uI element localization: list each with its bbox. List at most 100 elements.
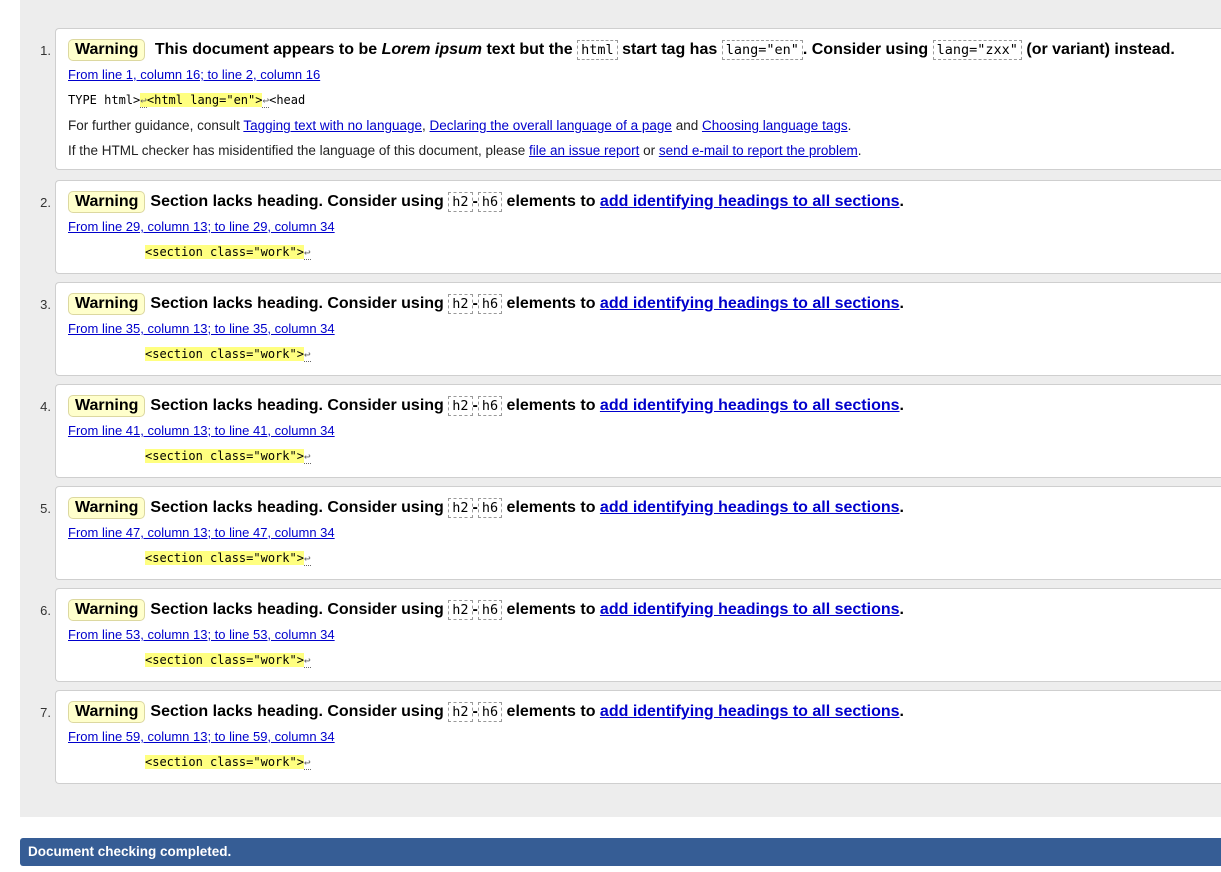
- extract-text: <head: [269, 93, 306, 107]
- guidance-link-choosing[interactable]: Choosing language tags: [702, 118, 848, 133]
- message-fragment: elements to: [502, 295, 600, 312]
- warning-badge: Warning: [68, 497, 146, 519]
- source-extract: <section class="work">↩: [145, 243, 311, 262]
- source-extract: TYPE html>↩<html lang="en">↩ <head: [68, 91, 305, 110]
- code-token: lang="en": [721, 40, 803, 60]
- message-box: Warning Section lacks heading. Consider u…: [55, 486, 1221, 580]
- source-extract: <section class="work">↩: [145, 447, 311, 466]
- return-icon: ↩: [303, 756, 311, 770]
- location-link[interactable]: From line 47, column 13; to line 47, col…: [68, 525, 335, 540]
- message-fragment: Section lacks heading. Consider using: [150, 703, 449, 720]
- message-emphasis: Lorem ipsum: [381, 41, 483, 58]
- source-extract: <section class="work">↩: [145, 753, 311, 772]
- code-token: lang="zxx": [932, 40, 1022, 60]
- message-text: Warning Section lacks heading. Consider u…: [68, 497, 904, 519]
- message-text: Warning Section lacks heading. Consider u…: [68, 599, 904, 621]
- message-fragment: start tag has: [617, 41, 722, 58]
- message-fragment: elements to: [502, 499, 600, 516]
- item-number: 5.: [40, 501, 51, 516]
- return-icon: ↩: [303, 450, 311, 464]
- code-token: h2: [448, 294, 473, 314]
- message-fragment: .: [899, 193, 904, 210]
- message-fragment: Section lacks heading. Consider using: [150, 499, 449, 516]
- message-fragment: Section lacks heading. Consider using: [150, 601, 449, 618]
- extract-highlight: <section class="work">: [145, 347, 304, 361]
- message-fragment: elements to: [502, 601, 600, 618]
- add-headings-link[interactable]: add identifying headings to all sections: [600, 295, 900, 312]
- return-icon: ↩: [303, 552, 311, 566]
- message-box: Warning Section lacks heading. Consider u…: [55, 588, 1221, 682]
- source-extract: <section class="work">↩: [145, 345, 311, 364]
- message-box: Warning Section lacks heading. Consider u…: [55, 690, 1221, 784]
- guidance-text: For further guidance, consult: [68, 118, 244, 133]
- file-issue-link[interactable]: file an issue report: [529, 143, 639, 158]
- item-number: 6.: [40, 603, 51, 618]
- warning-item-6: 6. Warning Section lacks heading. Consider…: [20, 588, 1221, 682]
- extract-highlight: <section class="work">: [145, 245, 304, 259]
- warning-item-1: 1. Warning This document appears to be L…: [20, 28, 1221, 170]
- document-checking-completed-bar: Document checking completed.: [20, 838, 1221, 866]
- warning-badge: Warning: [68, 395, 146, 417]
- message-fragment: .: [899, 397, 904, 414]
- location-link[interactable]: From line 53, column 13; to line 53, col…: [68, 627, 335, 642]
- code-token: h6: [477, 192, 503, 212]
- extract-highlight: <section class="work">: [145, 449, 304, 463]
- code-token: html: [577, 40, 618, 60]
- add-headings-link[interactable]: add identifying headings to all sections: [600, 601, 900, 618]
- message-box: Warning Section lacks heading. Consider u…: [55, 282, 1221, 376]
- location-link[interactable]: From line 29, column 13; to line 29, col…: [68, 219, 335, 234]
- message-fragment: Section lacks heading. Consider using: [150, 193, 449, 210]
- code-token: h6: [477, 600, 503, 620]
- message-box: Warning Section lacks heading. Consider u…: [55, 180, 1221, 274]
- warning-item-4: 4. Warning Section lacks heading. Consider…: [20, 384, 1221, 478]
- message-fragment: This document appears to be: [154, 41, 382, 58]
- add-headings-link[interactable]: add identifying headings to all sections: [600, 703, 900, 720]
- extract-highlight: ↩<html lang="en">: [140, 93, 263, 108]
- location-link[interactable]: From line 59, column 13; to line 59, col…: [68, 729, 335, 744]
- code-token: h6: [477, 498, 503, 518]
- source-extract: <section class="work">↩: [145, 651, 311, 670]
- return-icon: ↩: [303, 348, 311, 362]
- code-token: h2: [448, 702, 473, 722]
- guidance-link-tagging[interactable]: Tagging text with no language: [243, 118, 422, 133]
- item-number: 7.: [40, 705, 51, 720]
- return-icon: ↩: [140, 94, 147, 108]
- add-headings-link[interactable]: add identifying headings to all sections: [600, 193, 900, 210]
- warning-item-7: 7. Warning Section lacks heading. Consider…: [20, 690, 1221, 784]
- item-number: 3.: [40, 297, 51, 312]
- extract-highlight: <section class="work">: [145, 551, 304, 565]
- add-headings-link[interactable]: add identifying headings to all sections: [600, 499, 900, 516]
- return-icon: ↩: [303, 246, 311, 260]
- message-fragment: .: [899, 601, 904, 618]
- message-fragment: Section lacks heading. Consider using: [150, 295, 449, 312]
- message-box: Warning Section lacks heading. Consider u…: [55, 384, 1221, 478]
- location-link[interactable]: From line 1, column 16; to line 2, colum…: [68, 67, 320, 82]
- message-fragment: (or variant) instead.: [1021, 41, 1175, 58]
- send-email-link[interactable]: send e-mail to report the problem: [659, 143, 858, 158]
- guidance-paragraph: For further guidance, consult Tagging te…: [68, 118, 851, 133]
- warning-badge: Warning: [68, 293, 146, 315]
- item-number: 2.: [40, 195, 51, 210]
- extract-highlight: <section class="work">: [145, 653, 304, 667]
- warning-item-3: 3. Warning Section lacks heading. Consider…: [20, 282, 1221, 376]
- guidance-text: .: [847, 118, 852, 133]
- code-token: h2: [448, 600, 473, 620]
- code-token: h2: [448, 498, 473, 518]
- report-text: or: [639, 143, 659, 158]
- location-link[interactable]: From line 41, column 13; to line 41, col…: [68, 423, 335, 438]
- message-text: Warning Section lacks heading. Consider u…: [68, 191, 904, 213]
- report-text: If the HTML checker has misidentified th…: [68, 143, 530, 158]
- location-link[interactable]: From line 35, column 13; to line 35, col…: [68, 321, 335, 336]
- results-panel: 1. Warning This document appears to be L…: [20, 0, 1221, 817]
- warning-badge: Warning: [68, 599, 146, 621]
- add-headings-link[interactable]: add identifying headings to all sections: [600, 397, 900, 414]
- message-fragment: .: [899, 499, 904, 516]
- item-number: 4.: [40, 399, 51, 414]
- warning-badge: Warning: [68, 191, 146, 213]
- message-fragment: elements to: [502, 193, 600, 210]
- warning-badge: Warning: [68, 701, 146, 723]
- warning-item-2: 2. Warning Section lacks heading. Consider…: [20, 180, 1221, 274]
- source-extract: <section class="work">↩: [145, 549, 311, 568]
- message-text: Warning This document appears to be Lore…: [68, 39, 1175, 61]
- guidance-link-declaring[interactable]: Declaring the overall language of a page: [430, 118, 672, 133]
